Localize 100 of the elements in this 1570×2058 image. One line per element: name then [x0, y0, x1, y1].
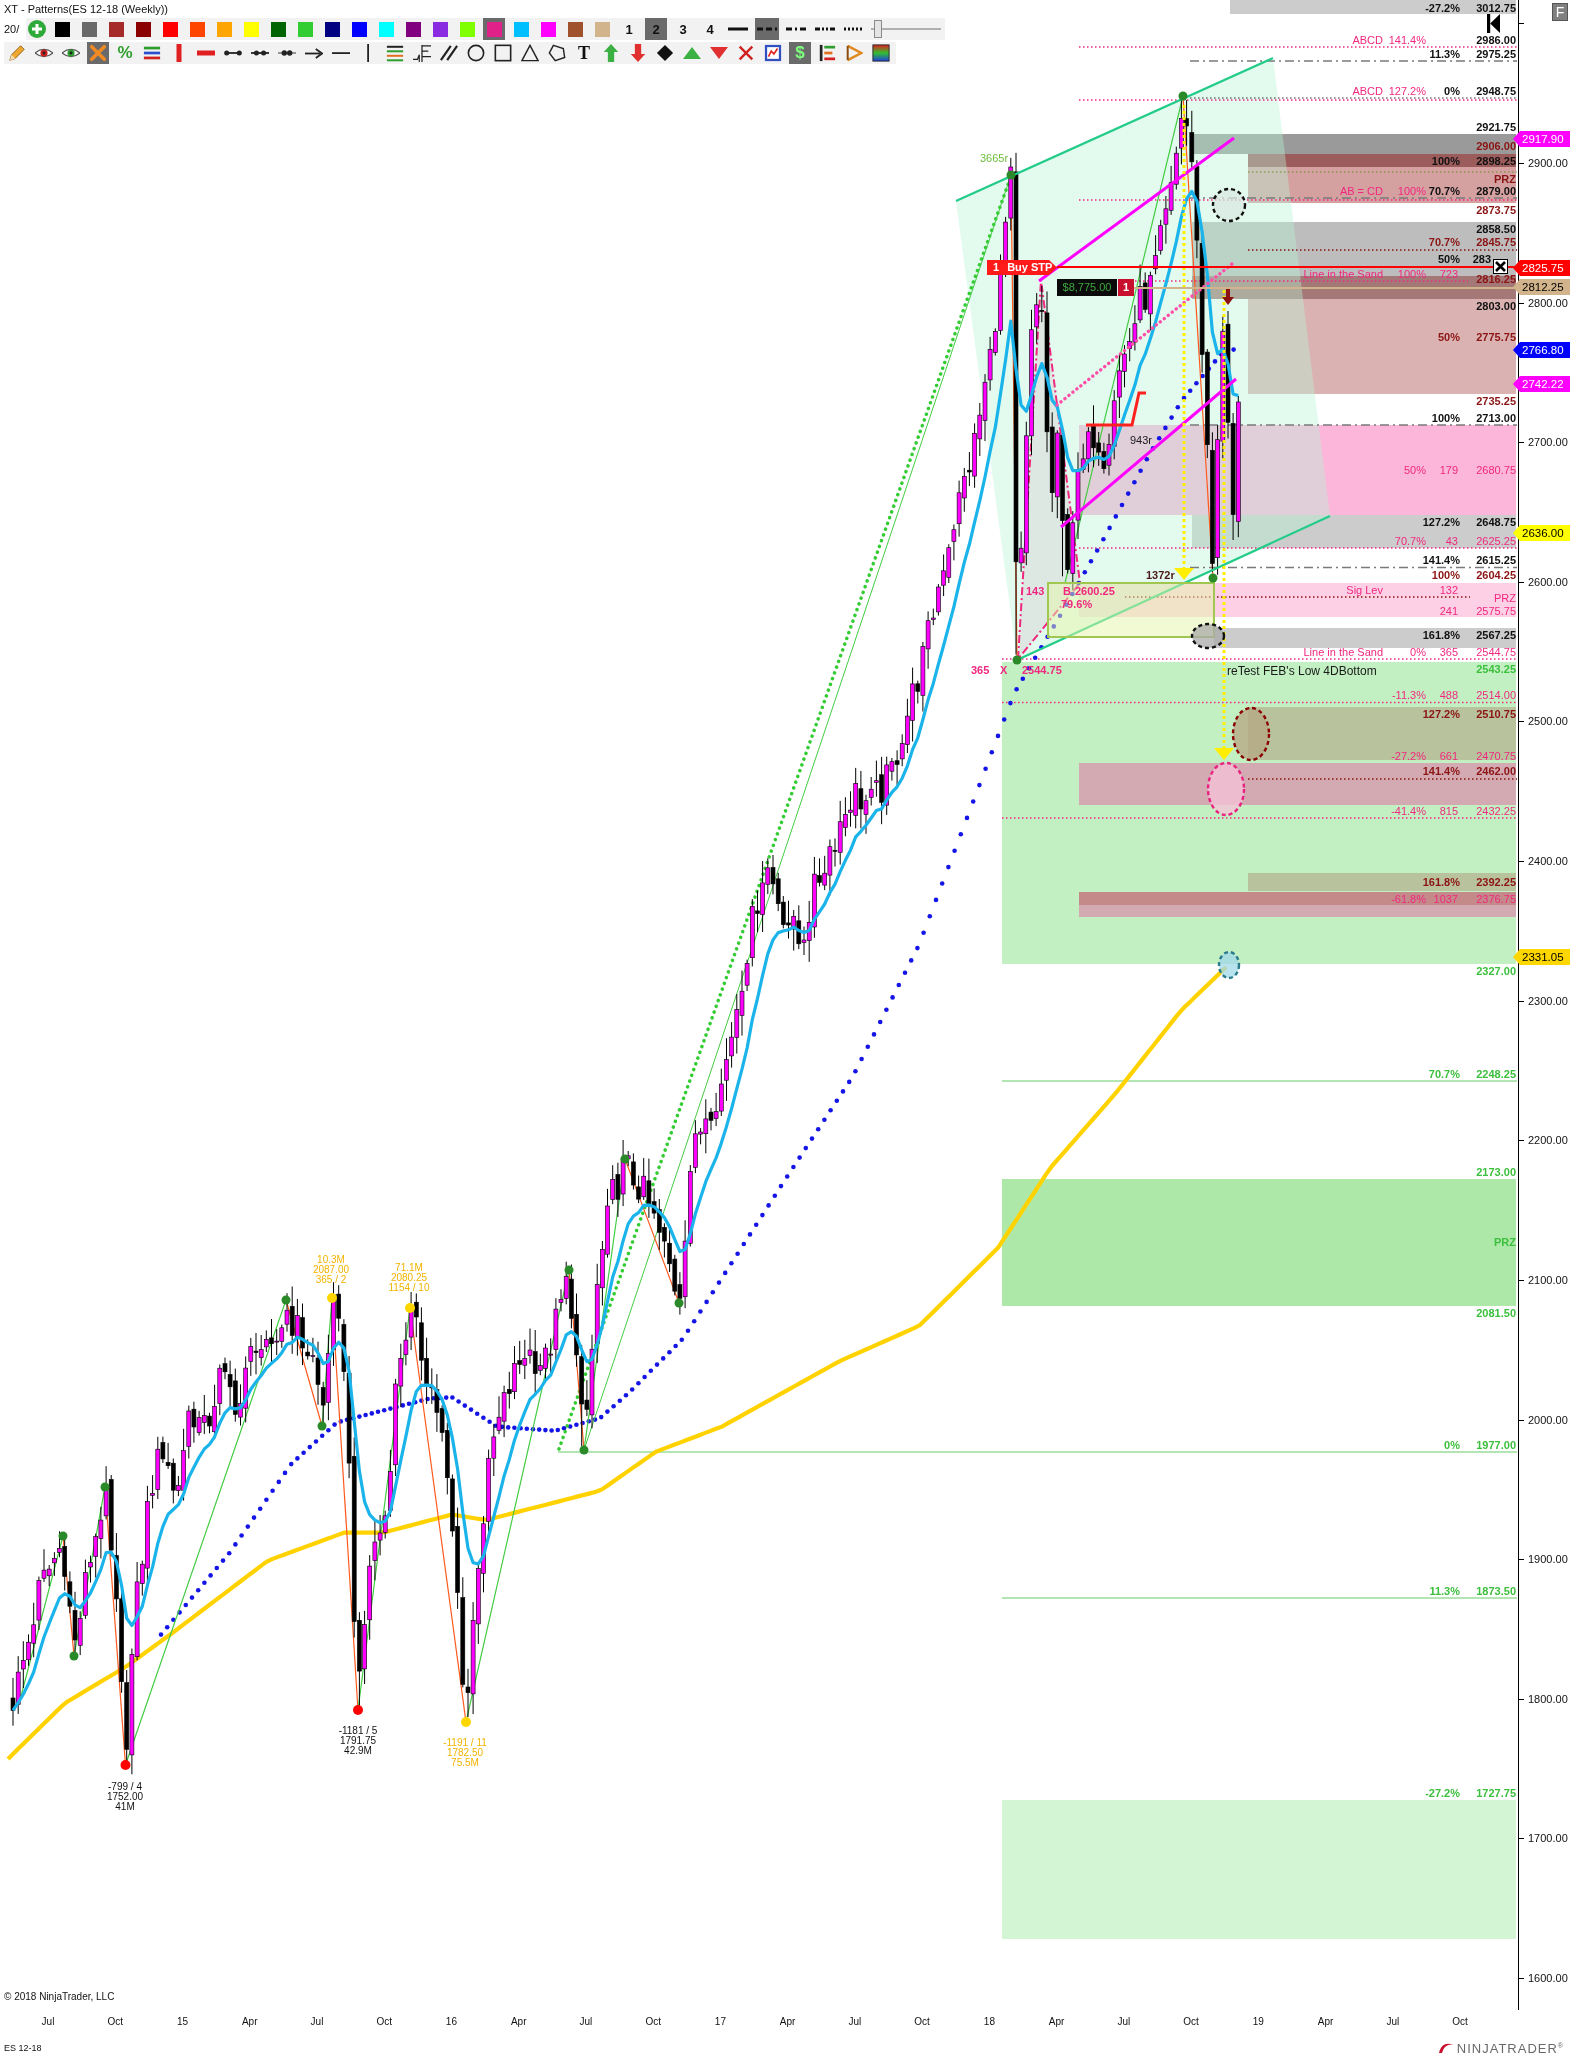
level-price-label: 2986.00: [1476, 34, 1516, 46]
diamond-icon: [656, 44, 674, 62]
level-price-label: 283: [1472, 253, 1491, 265]
arrow-icon: [305, 47, 323, 59]
level-percent-label: 0%: [1444, 1439, 1460, 1451]
drawing-tool-button[interactable]: [546, 42, 568, 64]
order-tag[interactable]: 1 Buy STP: [987, 260, 1057, 275]
level-percent-label: 70.7%: [1428, 236, 1460, 248]
drawing-tool-button[interactable]: [519, 42, 541, 64]
level-percent-label: 161.8%: [1422, 876, 1460, 888]
level-price-label: 2845.75: [1476, 236, 1516, 248]
pivot-marker-icon: [674, 1298, 684, 1308]
f-button[interactable]: F: [1552, 3, 1568, 21]
circle-icon: [467, 44, 485, 62]
step-lines-icon: [413, 44, 431, 62]
cross-icon: [737, 44, 755, 62]
level-count-label: 365: [1439, 646, 1458, 658]
copyright-label: © 2018 NinjaTrader, LLC: [4, 1991, 115, 2003]
level-price-label: 2625.25: [1476, 535, 1516, 547]
instrument-label: ES 12-18: [4, 2042, 42, 2054]
line-width-button[interactable]: 2: [645, 18, 667, 40]
drawing-tool-button[interactable]: $: [789, 42, 811, 64]
level-price-label: 2604.25: [1476, 569, 1516, 581]
swing-info-label: 1752.00: [106, 1792, 144, 1802]
vertical-bar-icon: [176, 44, 182, 62]
level-percent-label: 11.3%: [1429, 48, 1460, 60]
line-width-button[interactable]: 4: [699, 18, 721, 40]
swing-info-label: 1791.75: [339, 1736, 377, 1746]
level-count-label: 723: [1439, 268, 1458, 280]
time-axis-label: Apr: [779, 2016, 796, 2028]
price-axis-label: 2300.00: [1528, 994, 1568, 1008]
time-axis-label: Oct: [1452, 2016, 1468, 2028]
level-percent-label: -27.2%: [1425, 1787, 1460, 1799]
level-percent-label: 141.4%: [1422, 765, 1460, 777]
price-axis-label: 2800.00: [1528, 296, 1568, 310]
drawing-tool-button[interactable]: [411, 42, 433, 64]
drawing-tool-button[interactable]: T: [573, 42, 595, 64]
drawing-tool-button[interactable]: [438, 42, 460, 64]
horizontal-line-icon: [332, 51, 350, 55]
level-price-label: 2615.25: [1476, 554, 1516, 566]
swing-info-label: 1154 / 10: [388, 1283, 430, 1293]
level-count-label: 815: [1439, 805, 1458, 817]
drawing-tool-button[interactable]: %: [114, 42, 136, 64]
level-name-label: Line in the Sand: [1303, 646, 1383, 658]
swing-info-label: 10.3M: [317, 1255, 345, 1265]
stacked-bars-icon: [143, 44, 161, 62]
level-count-label: 1037: [1433, 892, 1458, 905]
swing-info-label: 2080.25: [390, 1273, 428, 1283]
level-price-label: 2173.00: [1476, 1166, 1516, 1178]
add-icon[interactable]: [28, 20, 46, 38]
level-price-label: 2873.75: [1476, 204, 1516, 216]
level-price-label: 2376.75: [1476, 892, 1516, 905]
pattern-point-label: B: [1063, 585, 1071, 597]
close-icon[interactable]: [1493, 259, 1508, 274]
down-arrow-icon: [629, 44, 647, 62]
skip-icon[interactable]: [1487, 14, 1500, 33]
time-axis-label: Jul: [848, 2016, 862, 2028]
level-price-label: 2470.75: [1476, 750, 1516, 762]
zone-label: PRZ: [1494, 1236, 1516, 1248]
pivot-marker-icon: [564, 1265, 574, 1275]
level-price-label: 3012.75: [1476, 1, 1516, 14]
level-percent-label: 100%: [1397, 268, 1426, 280]
level-percent-label: -61.8%: [1391, 892, 1426, 905]
time-axis-label: 15: [176, 2016, 189, 2028]
level-count-label: 179: [1439, 464, 1458, 476]
note-label: reTest FEB's Low 4DBottom: [1227, 665, 1377, 678]
line-width-button[interactable]: 3: [672, 18, 694, 40]
time-axis-label: 18: [983, 2016, 995, 2028]
level-count-label: 488: [1439, 689, 1458, 701]
pattern-point-label: 79.6%: [1061, 598, 1093, 610]
square-icon: [494, 44, 512, 62]
drawing-tool-button[interactable]: [762, 42, 784, 64]
level-price-label: 1977.00: [1476, 1439, 1516, 1451]
price-axis-label: 1800.00: [1528, 1692, 1568, 1706]
cross-icon: [89, 44, 107, 62]
pivot-marker-icon: [58, 1531, 68, 1541]
pattern-point-label: 2600.25: [1075, 585, 1115, 597]
price-axis-label: 2500.00: [1528, 714, 1568, 728]
down-triangle-icon: [710, 47, 728, 59]
level-price-label: 2898.25: [1476, 154, 1516, 167]
drawing-tool-button[interactable]: [870, 42, 892, 64]
drawing-tool-button[interactable]: [465, 42, 487, 64]
opacity-slider[interactable]: [871, 18, 941, 40]
level-percent-label: 0%: [1410, 646, 1426, 658]
level-percent-label: -41.4%: [1391, 805, 1426, 817]
solid-line-icon: [728, 27, 748, 31]
line-segment-icon: [278, 50, 296, 56]
slider-thumb[interactable]: [874, 20, 883, 38]
up-arrow-icon: [602, 44, 620, 62]
position-pnl-label: $8,775.00: [1057, 279, 1117, 296]
pattern-point-label: 143: [1026, 585, 1045, 597]
line-width-button[interactable]: 1: [618, 18, 640, 40]
drawing-tool-button[interactable]: [492, 42, 514, 64]
pencil-icon: [8, 44, 26, 62]
dashed-line-icon: [757, 27, 777, 31]
level-price-label: 2567.25: [1476, 629, 1516, 641]
level-price-label: 2775.75: [1476, 331, 1516, 343]
drawing-tool-button[interactable]: [654, 42, 676, 64]
level-price-label: 2248.25: [1476, 1068, 1516, 1080]
stop-line: [1086, 391, 1146, 427]
